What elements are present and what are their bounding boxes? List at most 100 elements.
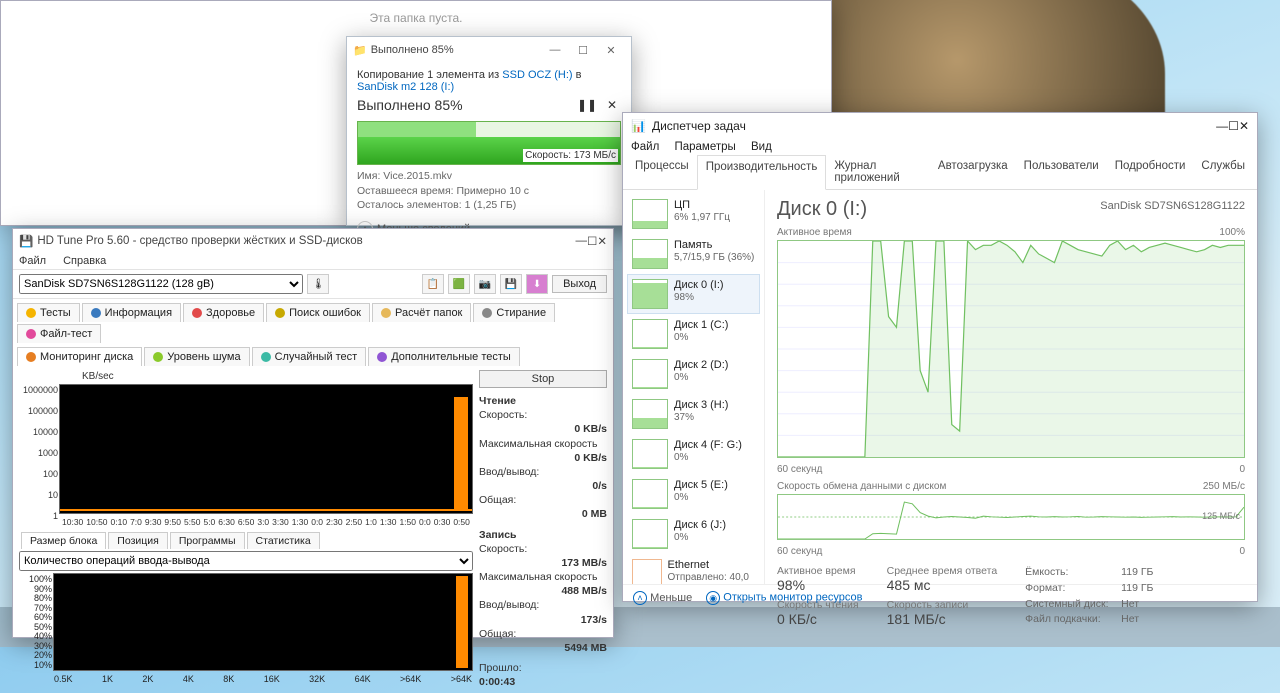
tab-errors[interactable]: Поиск ошибок [266,303,370,322]
tm-app-icon: 📊 [631,119,646,133]
perf-item-title: Память [674,239,754,252]
tab-details[interactable]: Подробности [1107,155,1194,189]
tm-disk-model: SanDisk SD7SN6S128G1122 [1100,200,1245,212]
perf-item-0[interactable]: ЦП6% 1,97 ГГц [627,194,760,234]
chevron-up-icon: ˄ [633,591,647,605]
menu-file[interactable]: Файл [19,255,46,267]
tab-extra[interactable]: Дополнительные тесты [368,347,520,366]
perf-item-value: 0% [674,532,726,543]
close-button[interactable]: ✕ [1239,119,1249,133]
hdtune-throughput-chart: KB/sec 1000000100000100001000100101 10:3… [59,384,473,514]
tm-menubar[interactable]: Файл Параметры Вид [623,139,1257,155]
tab-startup[interactable]: Автозагрузка [930,155,1016,189]
mini-chart-icon [632,199,668,229]
copy-name-label: Имя: [357,170,380,182]
tab-info[interactable]: Информация [82,303,181,322]
hdtune-block-chart: 100%90%80%70%60%50%40%30%20%10% 0.5K1K2K… [53,573,473,671]
tab-random[interactable]: Случайный тест [252,347,367,366]
perf-item-value: 0% [674,372,728,383]
temperature-icon[interactable]: 🌡 [307,274,329,294]
perf-item-1[interactable]: Память5,7/15,9 ГБ (36%) [627,234,760,274]
hdtune-io-combo[interactable]: Количество операций ввода-вывода [19,551,473,571]
perf-item-2[interactable]: Диск 0 (I:)98% [627,274,760,314]
perf-item-6[interactable]: Диск 4 (F: G:)0% [627,434,760,474]
stat-response: Среднее время ответа485 мс Скорость запи… [887,565,998,628]
tab-services[interactable]: Службы [1193,155,1253,189]
tm-active-time-chart [777,240,1245,458]
tm-main-panel: Диск 0 (I:) SanDisk SD7SN6S128G1122 Акти… [765,190,1257,584]
tab-noise[interactable]: Уровень шума [144,347,249,366]
minimize-button[interactable]: — [576,235,588,247]
perf-item-title: Диск 1 (C:) [674,319,728,332]
perf-item-9[interactable]: EthernetОтправлено: 40,0 Прин [627,554,760,584]
copy-source-link[interactable]: SSD OCZ (H:) [502,69,572,81]
close-button[interactable]: ✕ [597,234,607,248]
hdtune-read-heading: Чтение [479,394,607,408]
perf-item-8[interactable]: Диск 6 (J:)0% [627,514,760,554]
subtab-position[interactable]: Позиция [108,532,168,549]
subtab-stats[interactable]: Статистика [247,532,320,549]
tm-chart2-tag: 125 МБ/с [1202,511,1240,521]
tab-users[interactable]: Пользователи [1016,155,1107,189]
tab-processes[interactable]: Процессы [627,155,697,189]
tab-monitor[interactable]: Мониторинг диска [17,347,142,366]
tab-health[interactable]: Здоровье [183,303,264,322]
exit-button[interactable]: Выход [552,275,607,293]
copy-dest-link[interactable]: SanDisk m2 128 (I:) [357,81,454,93]
copy-titlebar[interactable]: 📁 Выполнено 85% — ☐ ✕ [347,37,631,63]
close-button[interactable]: ✕ [597,41,625,59]
minimize-button[interactable]: — [1216,119,1228,133]
menu-help[interactable]: Справка [63,255,106,267]
tm-fewer-details[interactable]: ˄ Меньше [633,591,692,605]
perf-item-value: 98% [674,292,724,303]
hdtune-window[interactable]: 💾 HD Tune Pro 5.60 - средство проверки ж… [12,228,614,638]
maximize-button[interactable]: ☐ [569,41,597,59]
subtab-block[interactable]: Размер блока [21,532,106,549]
menu-view[interactable]: Вид [751,141,772,153]
hdtune-titlebar[interactable]: 💾 HD Tune Pro 5.60 - средство проверки ж… [13,229,613,253]
maximize-button[interactable]: ☐ [1228,119,1239,133]
perf-item-7[interactable]: Диск 5 (E:)0% [627,474,760,514]
tab-erase[interactable]: Стирание [473,303,555,322]
tm-chart1-max: 100% [1219,227,1245,238]
copy-icon[interactable]: 📋 [422,274,444,294]
hdtune-app-icon: 💾 [19,234,33,248]
minimize-button[interactable]: — [541,41,569,59]
pause-button[interactable]: ❚❚ [577,98,595,112]
maximize-button[interactable]: ☐ [587,234,597,248]
screenshot-icon[interactable]: 🟩 [448,274,470,294]
tm-titlebar[interactable]: 📊 Диспетчер задач — ☐ ✕ [623,113,1257,139]
perf-item-title: Диск 6 (J:) [674,519,726,532]
options-icon[interactable]: ⬇ [526,274,548,294]
tm-sidebar[interactable]: ЦП6% 1,97 ГГцПамять5,7/15,9 ГБ (36%)Диск… [623,190,765,584]
cancel-button[interactable]: ✕ [603,98,621,112]
camera-icon[interactable]: 📷 [474,274,496,294]
perf-item-title: Диск 3 (H:) [674,399,728,412]
copy-progress-dialog[interactable]: 📁 Выполнено 85% — ☐ ✕ Копирование 1 элем… [346,36,632,226]
tab-app-history[interactable]: Журнал приложений [826,155,930,189]
save-icon[interactable]: 💾 [500,274,522,294]
subtab-programs[interactable]: Программы [170,532,245,549]
menu-file[interactable]: Файл [631,141,659,153]
perf-item-5[interactable]: Диск 3 (H:)37% [627,394,760,434]
tab-tests[interactable]: Тесты [17,303,80,322]
hdtune-drive-select[interactable]: SanDisk SD7SN6S128G1122 (128 gB) [19,274,303,294]
task-manager-window[interactable]: 📊 Диспетчер задач — ☐ ✕ Файл Параметры В… [622,112,1258,602]
perf-item-4[interactable]: Диск 2 (D:)0% [627,354,760,394]
copy-left-value: 1 (1,25 ГБ) [465,199,517,211]
mini-chart-icon [632,279,668,309]
perf-item-3[interactable]: Диск 1 (C:)0% [627,314,760,354]
tab-folders[interactable]: Расчёт папок [372,303,471,322]
tab-performance[interactable]: Производительность [697,155,827,190]
hdtune-write-heading: Запись [479,528,607,542]
hdtune-menubar[interactable]: Файл Справка [13,253,613,269]
perf-item-title: Диск 2 (D:) [674,359,728,372]
hdtune-stop-button[interactable]: Stop [479,370,607,388]
perf-item-value: 5,7/15,9 ГБ (36%) [674,252,754,263]
copy-left-label: Осталось элементов: [357,199,462,211]
tab-filetest[interactable]: Файл-тест [17,324,101,343]
menu-params[interactable]: Параметры [674,141,735,153]
hdtune-tabs-row2: Мониторинг диска Уровень шума Случайный … [13,343,613,366]
perf-item-title: ЦП [674,199,730,212]
mini-chart-icon [632,399,668,429]
